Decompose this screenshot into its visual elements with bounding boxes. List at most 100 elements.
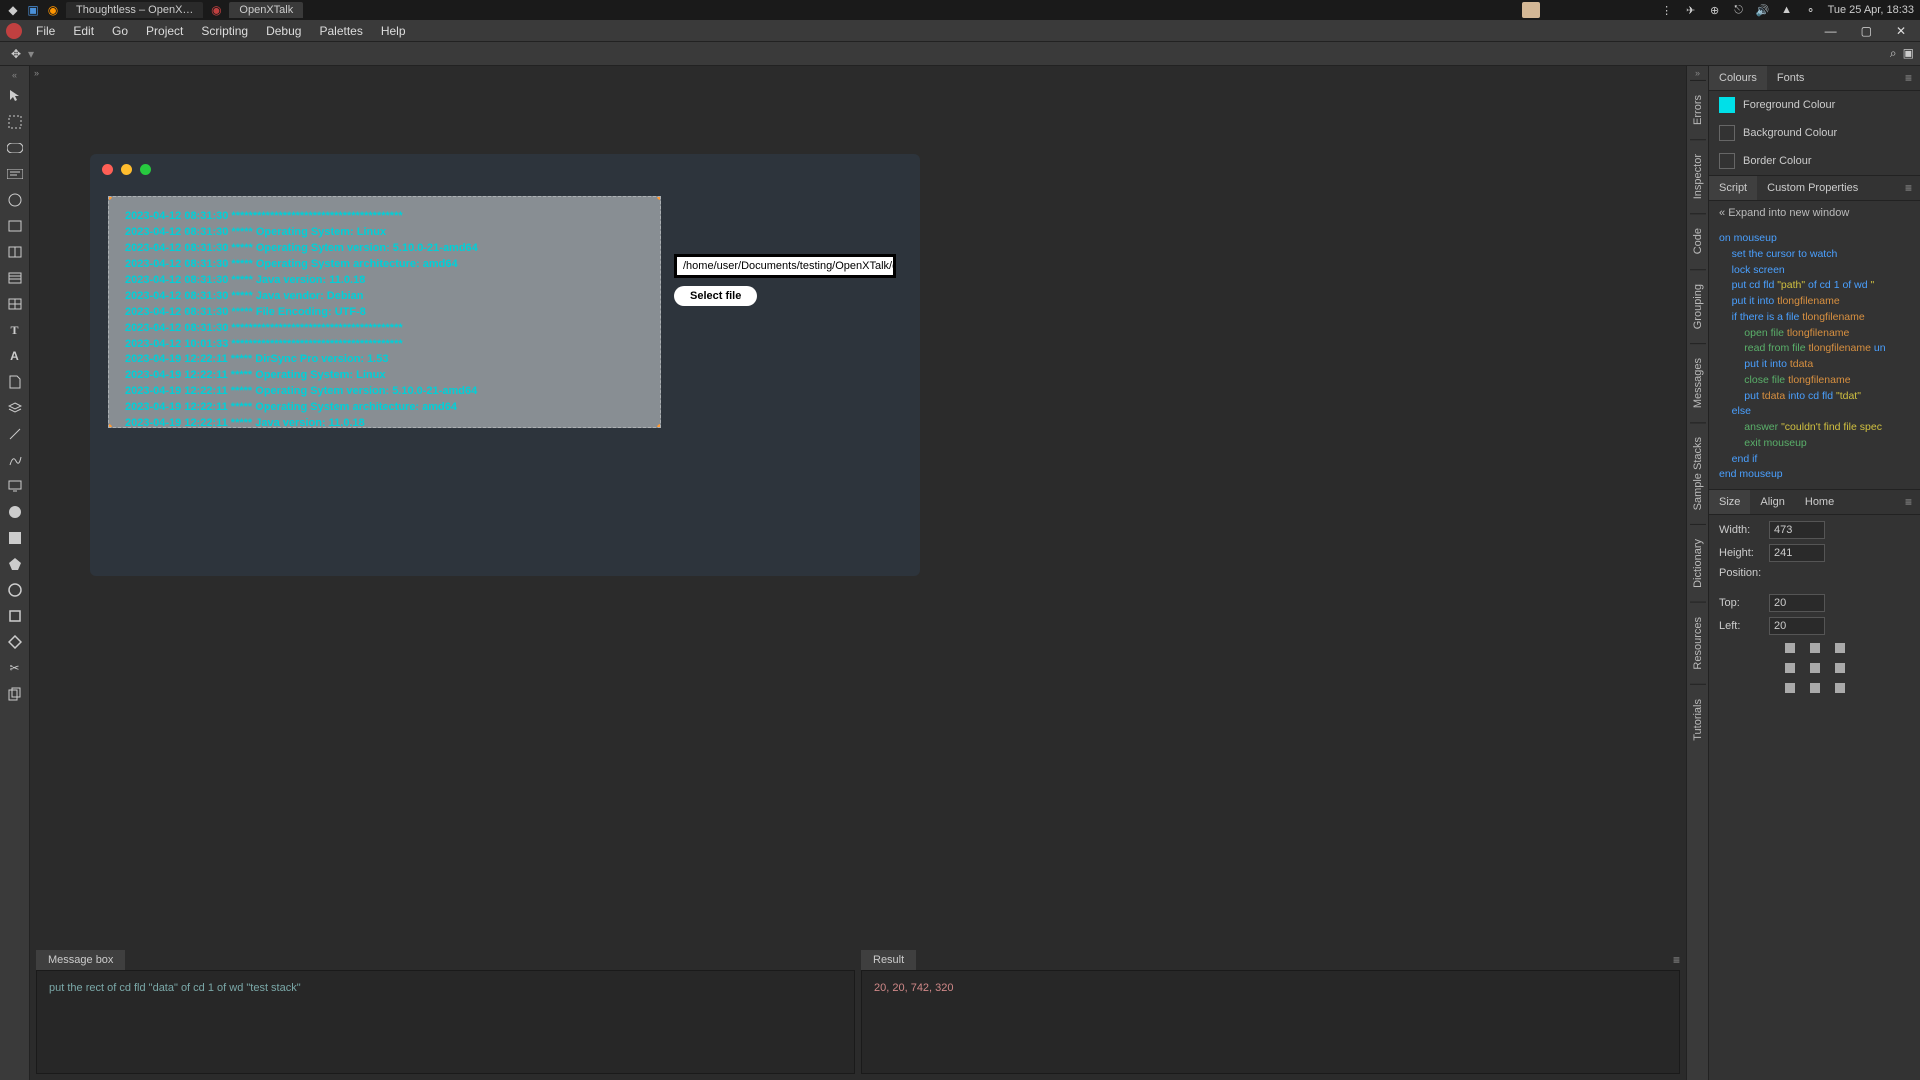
label-tool-icon[interactable]: A: [4, 346, 26, 366]
menu-scripting[interactable]: Scripting: [193, 22, 256, 40]
select-tool-icon[interactable]: [4, 112, 26, 132]
pointer-tool-icon[interactable]: [4, 86, 26, 106]
field-tool-icon[interactable]: [4, 164, 26, 184]
grid-tool-icon[interactable]: [4, 294, 26, 314]
message-box-input[interactable]: put the rect of cd fld "data" of cd 1 of…: [36, 970, 855, 1074]
bluetooth-icon[interactable]: ⎋: [1732, 3, 1746, 17]
circle-tool-icon[interactable]: [4, 190, 26, 210]
window-minimize-icon[interactable]: —: [1817, 22, 1845, 40]
split-tool-icon[interactable]: [4, 242, 26, 262]
resize-handle-icon[interactable]: [108, 424, 112, 428]
taskbar-tab[interactable]: OpenXTalk: [229, 2, 303, 18]
stack-tool-icon[interactable]: [4, 398, 26, 418]
resize-handle-icon[interactable]: [657, 424, 661, 428]
colour-swatch[interactable]: [1719, 153, 1735, 169]
foreground-colour-row[interactable]: Foreground Colour: [1709, 91, 1920, 119]
size-tab[interactable]: Size: [1709, 490, 1750, 514]
side-tab-code[interactable]: Code: [1690, 213, 1706, 268]
anchor-widget[interactable]: [1785, 643, 1845, 693]
panels-icon[interactable]: ▣: [1903, 46, 1914, 61]
side-tab-messages[interactable]: Messages: [1690, 343, 1706, 422]
list-tool-icon[interactable]: [4, 268, 26, 288]
path-field[interactable]: /home/user/Documents/testing/OpenXTalk/d…: [674, 254, 896, 278]
menu-go[interactable]: Go: [104, 22, 136, 40]
window-close-icon[interactable]: ✕: [1888, 22, 1914, 40]
panel-menu-icon[interactable]: ≡: [1897, 181, 1920, 195]
colours-tab[interactable]: Colours: [1709, 66, 1767, 90]
script-editor[interactable]: on mouseup set the cursor to watch lock …: [1709, 225, 1920, 489]
menu-debug[interactable]: Debug: [258, 22, 309, 40]
stack-window[interactable]: 2023-04-12 08:31:30 ********************…: [90, 154, 920, 576]
top-input[interactable]: [1769, 594, 1825, 612]
fonts-tab[interactable]: Fonts: [1767, 66, 1815, 90]
canvas[interactable]: » 2023-04-12 08:31:30 ******************…: [30, 66, 1686, 950]
home-tab[interactable]: Home: [1795, 490, 1844, 514]
data-field[interactable]: 2023-04-12 08:31:30 ********************…: [108, 196, 661, 428]
openxtalk-icon[interactable]: ◉: [209, 3, 223, 17]
zoom-icon[interactable]: [140, 164, 151, 175]
expand-window-button[interactable]: « Expand into new window: [1709, 201, 1920, 225]
search-icon[interactable]: ⌕: [1890, 46, 1897, 61]
panel-menu-icon[interactable]: ≡: [1897, 495, 1920, 509]
clock[interactable]: Tue 25 Apr, 18:33: [1828, 4, 1914, 16]
diamond-tool-icon[interactable]: [4, 632, 26, 652]
resize-handle-icon[interactable]: [108, 196, 112, 200]
script-tab[interactable]: Script: [1709, 176, 1757, 200]
draw-tool-icon[interactable]: [4, 450, 26, 470]
oval-outline-tool-icon[interactable]: [4, 580, 26, 600]
close-icon[interactable]: [102, 164, 113, 175]
message-box-tab[interactable]: Message box: [36, 950, 125, 970]
side-tab-tutorials[interactable]: Tutorials: [1690, 684, 1706, 755]
menu-project[interactable]: Project: [138, 22, 191, 40]
button-tool-icon[interactable]: [4, 138, 26, 158]
width-input[interactable]: [1769, 521, 1825, 539]
resize-handle-icon[interactable]: [657, 196, 661, 200]
network-icon[interactable]: ⊕: [1708, 3, 1722, 17]
border-colour-row[interactable]: Border Colour: [1709, 147, 1920, 175]
text-tool-icon[interactable]: T: [4, 320, 26, 340]
height-input[interactable]: [1769, 544, 1825, 562]
share-icon[interactable]: ⚬: [1804, 3, 1818, 17]
side-tab-errors[interactable]: Errors: [1690, 80, 1706, 139]
firefox-icon[interactable]: ◉: [46, 3, 60, 17]
cut-tool-icon[interactable]: ✂: [4, 658, 26, 678]
square-outline-tool-icon[interactable]: [4, 606, 26, 626]
minimize-icon[interactable]: [121, 164, 132, 175]
side-tab-inspector[interactable]: Inspector: [1690, 139, 1706, 213]
square-fill-tool-icon[interactable]: [4, 528, 26, 548]
menu-help[interactable]: Help: [373, 22, 414, 40]
colour-swatch[interactable]: [1719, 125, 1735, 141]
gnome-icon[interactable]: ◆: [6, 3, 20, 17]
side-tab-sample-stacks[interactable]: Sample Stacks: [1690, 422, 1706, 524]
side-tab-grouping[interactable]: Grouping: [1690, 269, 1706, 343]
tray-app-icon[interactable]: [1522, 2, 1540, 18]
menu-file[interactable]: File: [28, 22, 63, 40]
panel-menu-icon[interactable]: ≡: [1897, 71, 1920, 85]
oval-fill-tool-icon[interactable]: [4, 502, 26, 522]
result-tab[interactable]: Result: [861, 950, 916, 970]
move-tool-icon[interactable]: ✥: [6, 44, 26, 64]
panel-menu-icon[interactable]: ≡: [1673, 953, 1680, 967]
taskbar-tab[interactable]: Thoughtless – OpenX…: [66, 2, 203, 18]
left-input[interactable]: [1769, 617, 1825, 635]
background-colour-row[interactable]: Background Colour: [1709, 119, 1920, 147]
rect-tool-icon[interactable]: [4, 216, 26, 236]
colour-swatch[interactable]: [1719, 97, 1735, 113]
wifi-icon[interactable]: ▲: [1780, 3, 1794, 17]
telegram-icon[interactable]: ✈: [1684, 3, 1698, 17]
tray-menu-icon[interactable]: ⋮: [1660, 3, 1674, 17]
volume-icon[interactable]: 🔊: [1756, 3, 1770, 17]
files-icon[interactable]: ▣: [26, 3, 40, 17]
pentagon-tool-icon[interactable]: [4, 554, 26, 574]
menu-edit[interactable]: Edit: [65, 22, 102, 40]
monitor-tool-icon[interactable]: [4, 476, 26, 496]
side-tab-resources[interactable]: Resources: [1690, 602, 1706, 684]
select-file-button[interactable]: Select file: [674, 286, 757, 306]
copy-tool-icon[interactable]: [4, 684, 26, 704]
line-tool-icon[interactable]: [4, 424, 26, 444]
custom-properties-tab[interactable]: Custom Properties: [1757, 176, 1868, 200]
align-tab[interactable]: Align: [1750, 490, 1794, 514]
menu-palettes[interactable]: Palettes: [311, 22, 370, 40]
side-tab-dictionary[interactable]: Dictionary: [1690, 524, 1706, 602]
window-maximize-icon[interactable]: ▢: [1853, 22, 1880, 40]
